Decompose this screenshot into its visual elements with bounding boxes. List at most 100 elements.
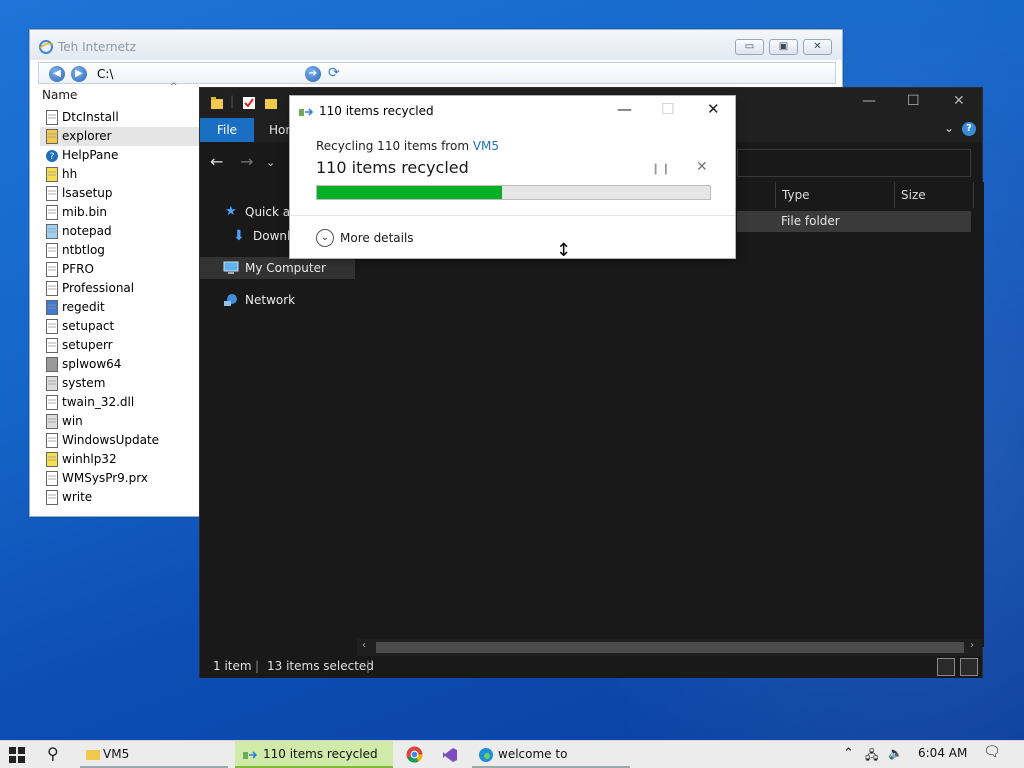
close-icon: ✕ [813, 41, 822, 52]
tray-chevron-up-icon[interactable]: ⌃ [843, 746, 854, 761]
dialog-close-icon[interactable]: ✕ [707, 100, 720, 118]
folder-icon [211, 97, 223, 109]
nav-my-computer[interactable]: My Computer [200, 257, 355, 279]
properties-check-icon[interactable] [242, 96, 256, 110]
progress-fill [317, 186, 502, 199]
help-icon[interactable]: ? [962, 122, 976, 136]
file-list: DtcInstall explorer? HelpPane hh lsasetup mib… [40, 108, 200, 507]
list-item[interactable]: DtcInstall [40, 108, 200, 127]
list-item[interactable]: ntbtlog [40, 241, 200, 260]
volume-icon[interactable]: 🔈 [888, 746, 903, 760]
list-item[interactable]: winhlp32 [40, 450, 200, 469]
list-item[interactable]: PFRO [40, 260, 200, 279]
file-name: ntbtlog [62, 243, 105, 257]
new-folder-icon[interactable] [264, 96, 278, 110]
taskbar-chrome[interactable] [400, 741, 430, 768]
taskbar-visual-studio[interactable] [436, 741, 466, 768]
name-column-header[interactable]: Name ^ [42, 82, 202, 106]
taskbar-item-vm5[interactable]: VM5 [80, 741, 228, 768]
search-icon[interactable]: ⚲ [47, 744, 59, 763]
dialog-maximize-icon: ☐ [661, 100, 675, 118]
edge-icon [479, 748, 493, 762]
list-item[interactable]: twain_32.dll [40, 393, 200, 412]
network-tray-icon[interactable]: 🖧 [865, 746, 878, 767]
recycle-progress-dialog: 110 items recycled — ☐ ✕ Recycling 110 i… [289, 95, 736, 259]
list-item[interactable]: WMSysPr9.prx [40, 469, 200, 488]
list-item[interactable]: write [40, 488, 200, 507]
maximize-button[interactable]: ▣ [769, 39, 798, 55]
write-icon [46, 490, 58, 505]
horizontal-scrollbar[interactable]: ‹ › [357, 639, 982, 656]
list-item[interactable]: notepad [40, 222, 200, 241]
cancel-icon[interactable]: ✕ [696, 159, 708, 175]
list-item[interactable]: win [40, 412, 200, 431]
column-header-size[interactable]: Size [894, 182, 974, 208]
minimize-button[interactable]: ▭ [735, 39, 764, 55]
ribbon-expand-chevron-icon[interactable]: ⌄ [944, 121, 954, 135]
column-header-type[interactable]: Type [775, 182, 895, 208]
scroll-thumb[interactable] [376, 642, 964, 653]
windows-start-icon[interactable] [9, 747, 25, 763]
file-name: lsasetup [62, 186, 113, 200]
list-item[interactable]: Professional [40, 279, 200, 298]
list-item[interactable]: system [40, 374, 200, 393]
go-icon[interactable]: ➔ [305, 66, 321, 82]
list-item[interactable]: explorer [40, 127, 200, 146]
chevron-down-icon[interactable]: ⌄ [316, 229, 334, 247]
list-item[interactable]: regedit [40, 298, 200, 317]
tab-file[interactable]: File [200, 118, 254, 142]
search-box[interactable] [737, 149, 971, 177]
document-icon [46, 205, 58, 220]
explorer-maximize-icon[interactable]: ☐ [907, 93, 920, 109]
list-item[interactable]: setupact [40, 317, 200, 336]
file-name: notepad [62, 224, 112, 238]
taskbar-item-recycle-dialog[interactable]: 110 items recycled [235, 741, 393, 768]
document-icon [46, 262, 58, 277]
large-icons-view-icon[interactable] [960, 658, 978, 676]
list-item[interactable]: splwow64 [40, 355, 200, 374]
nav-item-label: My Computer [245, 261, 326, 275]
nav-network[interactable]: Network [223, 289, 357, 311]
explorer-minimize-icon[interactable]: — [862, 93, 876, 109]
help-question-icon [46, 452, 58, 467]
list-item[interactable]: hh [40, 165, 200, 184]
forward-icon[interactable]: → [240, 152, 253, 171]
browser-title: Teh Internetz [58, 40, 137, 54]
forward-arrow-icon[interactable]: ▶ [71, 66, 87, 82]
table-row[interactable] [737, 211, 971, 232]
explorer-close-icon[interactable]: ✕ [953, 93, 965, 109]
pause-icon[interactable]: ❙❙ [651, 162, 671, 175]
computer-icon [223, 261, 239, 274]
scroll-right-icon[interactable]: › [970, 640, 974, 651]
file-name: PFRO [62, 262, 94, 276]
scroll-left-icon[interactable]: ‹ [362, 640, 366, 651]
refresh-icon[interactable]: ⟳ [328, 65, 340, 81]
back-icon[interactable]: ← [210, 152, 223, 171]
document-icon [46, 281, 58, 296]
action-center-icon[interactable]: 🗨 [983, 744, 1001, 760]
dialog-title: 110 items recycled [319, 104, 434, 118]
list-item[interactable]: lsasetup [40, 184, 200, 203]
list-item[interactable]: setuperr [40, 336, 200, 355]
source-folder-link[interactable]: VM5 [473, 139, 499, 153]
recent-chevron-icon[interactable]: ⌄ [266, 156, 275, 169]
file-name: system [62, 376, 106, 390]
list-item[interactable]: WindowsUpdate [40, 431, 200, 450]
status-bar: 1 item | 13 items selected | [200, 656, 982, 678]
details-view-icon[interactable] [937, 658, 955, 676]
more-details-button[interactable]: More details [340, 231, 414, 245]
address-input[interactable]: C:\ [97, 67, 113, 81]
file-name: winhlp32 [62, 452, 117, 466]
list-item[interactable]: ? HelpPane [40, 146, 200, 165]
dialog-minimize-icon[interactable]: — [617, 100, 632, 118]
close-button[interactable]: ✕ [803, 39, 832, 55]
taskbar-item-edge[interactable]: welcome to obama.w... [472, 741, 630, 768]
back-arrow-icon[interactable]: ◀ [49, 66, 65, 82]
browser-titlebar[interactable]: Teh Internetz ▭ ▣ ✕ [30, 30, 842, 60]
maximize-icon: ▣ [778, 41, 789, 52]
document-icon [46, 395, 58, 410]
list-item[interactable]: mib.bin [40, 203, 200, 222]
subtitle-prefix: Recycling 110 items from [316, 139, 473, 153]
clock[interactable]: 6:04 AM [918, 746, 967, 760]
minimize-icon: ▭ [744, 41, 755, 52]
